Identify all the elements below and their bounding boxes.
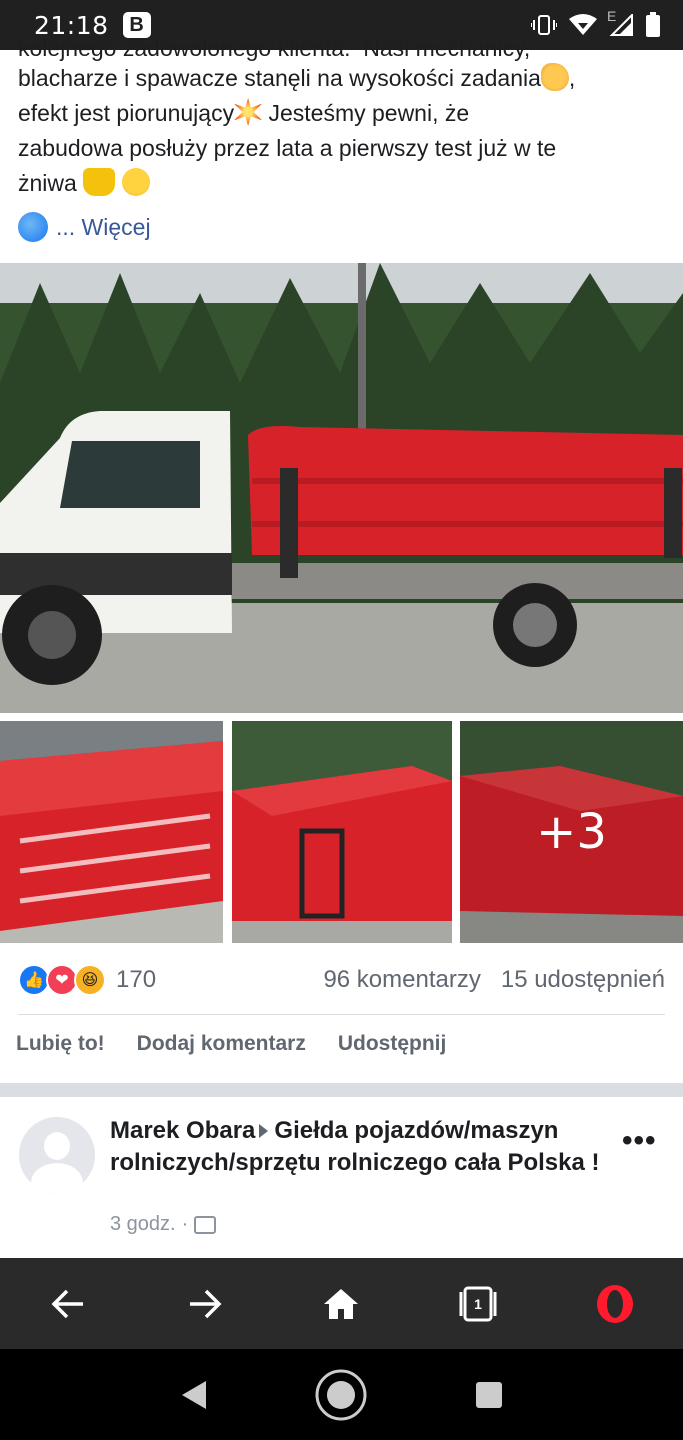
author-name-link[interactable]: Marek Obara	[110, 1117, 255, 1144]
tractor-icon	[83, 168, 116, 196]
back-icon[interactable]	[33, 1269, 103, 1339]
more-options-icon[interactable]: •••	[622, 1124, 657, 1158]
like-button[interactable]: Lubię to!	[16, 1032, 105, 1056]
group-icon	[194, 1215, 217, 1234]
post-actions: Lubię to! Dodaj komentarz Udostępnij	[16, 1032, 446, 1056]
post-photo-thumb[interactable]	[0, 721, 223, 943]
post-text-line: kolejnego zadowolonego klienta. Nasi mec…	[18, 35, 531, 61]
globe-icon	[18, 212, 48, 242]
nav-home-icon[interactable]	[311, 1365, 371, 1425]
forward-icon[interactable]	[170, 1269, 240, 1339]
winking-face-icon	[121, 168, 150, 196]
post-photo-thumb[interactable]	[232, 721, 452, 943]
collision-icon	[234, 98, 263, 126]
comments-count-link[interactable]: 96 komentarzy	[323, 966, 480, 994]
tab-count: 1	[474, 1295, 482, 1312]
see-more-link[interactable]: ... Więcej	[18, 212, 151, 242]
comment-button[interactable]: Dodaj komentarz	[137, 1032, 306, 1056]
post-text-line: blacharze i spawacze stanęli na wysokośc…	[18, 63, 576, 91]
post-separator	[0, 1083, 683, 1097]
tabs-button[interactable]: 1	[443, 1269, 513, 1339]
triangle-right-icon	[259, 1123, 269, 1138]
divider	[18, 1014, 665, 1015]
reaction-icons: 👍 ❤ 😆	[18, 964, 106, 996]
avatar[interactable]	[19, 1117, 95, 1193]
flexed-biceps-icon	[540, 63, 569, 91]
more-photos-count: +3	[460, 721, 683, 943]
post-text-line: efekt jest piorunujący Jesteśmy pewni, ż…	[18, 98, 470, 126]
reaction-count[interactable]: 170	[116, 966, 156, 994]
share-button[interactable]: Udostępnij	[338, 1032, 447, 1056]
android-navigation-bar	[0, 1349, 683, 1440]
shares-count-link[interactable]: 15 udostępnień	[501, 966, 665, 994]
opera-icon[interactable]	[580, 1269, 650, 1339]
post-photo-thumb-more[interactable]: +3	[460, 721, 683, 943]
haha-reaction-icon: 😆	[74, 964, 106, 996]
post-timestamp[interactable]: 3 godz.	[110, 1213, 176, 1236]
post-header: Marek Obara Giełda pojazdów/maszyn rolnic…	[110, 1115, 600, 1179]
post-text-line: żniwa	[18, 166, 668, 201]
post-text-line: zabudowa posłuży przez lata a pierwszy t…	[18, 135, 557, 161]
post-photo-main[interactable]	[0, 263, 683, 713]
reactions-summary[interactable]: 👍 ❤ 😆 170 96 komentarzy 15 udostępnień	[18, 962, 665, 998]
post-meta: 3 godz. ·	[110, 1213, 217, 1236]
network-type-label: E	[607, 8, 617, 24]
home-icon[interactable]	[306, 1269, 376, 1339]
browser-toolbar: 1	[0, 1258, 683, 1349]
nav-back-icon[interactable]	[164, 1365, 224, 1425]
nav-recents-icon[interactable]	[459, 1365, 519, 1425]
post-text: kolejnego zadowolonego klienta. Nasi mec…	[18, 35, 668, 201]
